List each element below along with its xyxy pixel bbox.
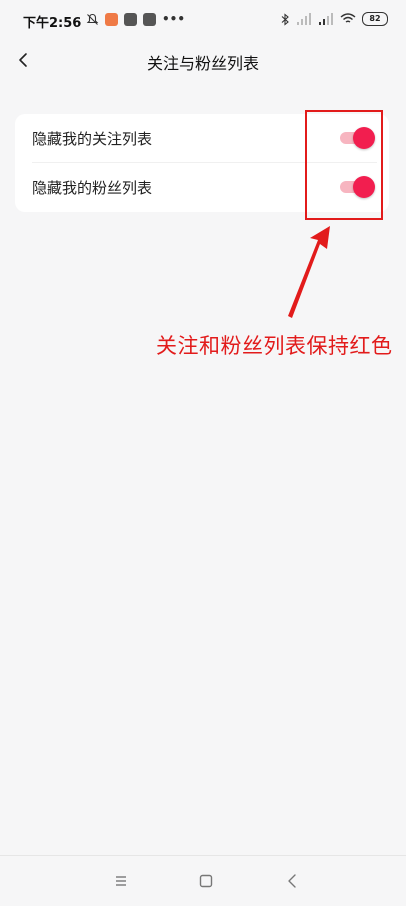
bluetooth-icon <box>281 12 289 26</box>
setting-label-hide-followers: 隐藏我的粉丝列表 <box>32 179 153 197</box>
nav-menu-button[interactable] <box>110 870 132 892</box>
annotation-highlight-box <box>305 110 383 220</box>
signal-icon <box>319 13 333 25</box>
home-square-icon <box>199 874 213 888</box>
page-header: 关注与粉丝列表 <box>0 42 406 80</box>
app-notification-icon <box>105 12 118 26</box>
nav-back-button[interactable] <box>282 870 304 892</box>
status-bar: 下午2:56 ••• 82 <box>0 0 406 42</box>
more-dots-icon: ••• <box>162 12 186 26</box>
annotation-text: 关注和粉丝列表保持红色 <box>156 334 393 358</box>
status-notification-icons: ••• <box>86 12 185 26</box>
setting-label-hide-following: 隐藏我的关注列表 <box>32 130 153 148</box>
page-title: 关注与粉丝列表 <box>146 54 259 73</box>
system-nav-bar <box>0 855 406 906</box>
app-notification-icon <box>143 12 156 26</box>
status-time: 下午2:56 <box>23 16 82 31</box>
battery-indicator: 82 <box>362 12 388 26</box>
back-chevron-icon <box>288 874 296 888</box>
wifi-icon <box>340 13 356 23</box>
menu-icon <box>116 876 126 886</box>
signal-icon <box>297 13 311 25</box>
app-notification-icon <box>124 12 137 26</box>
mute-bell-icon <box>86 13 99 25</box>
nav-home-button[interactable] <box>195 870 217 892</box>
status-system-icons: 82 <box>280 12 388 26</box>
